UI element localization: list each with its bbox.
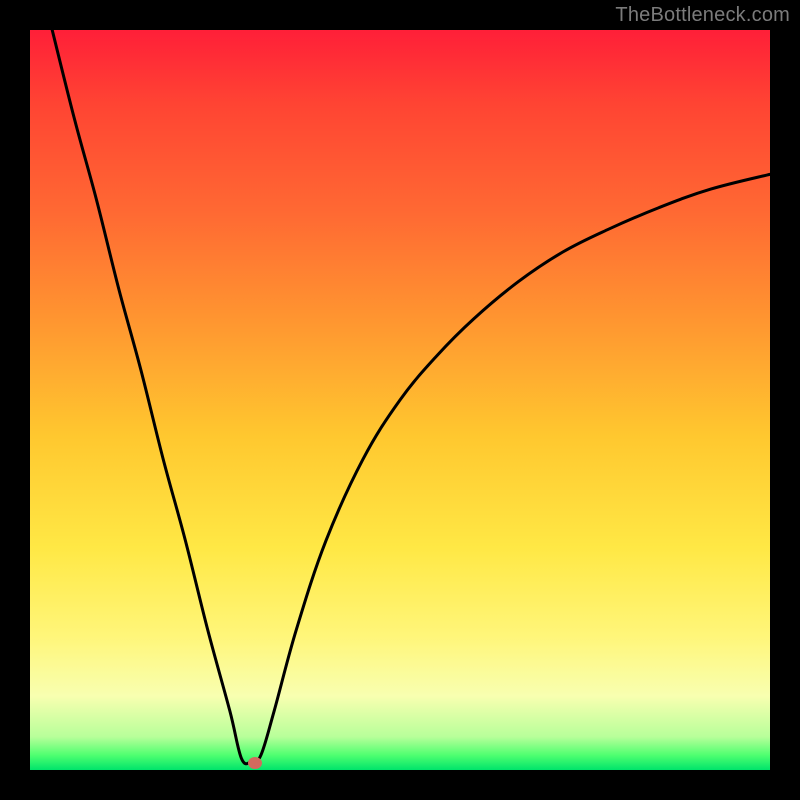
curve-svg (30, 30, 770, 770)
chart-frame: TheBottleneck.com (0, 0, 800, 800)
bottleneck-curve (52, 30, 770, 764)
plot-area (30, 30, 770, 770)
optimal-point-marker (248, 757, 262, 769)
watermark-text: TheBottleneck.com (615, 4, 790, 27)
